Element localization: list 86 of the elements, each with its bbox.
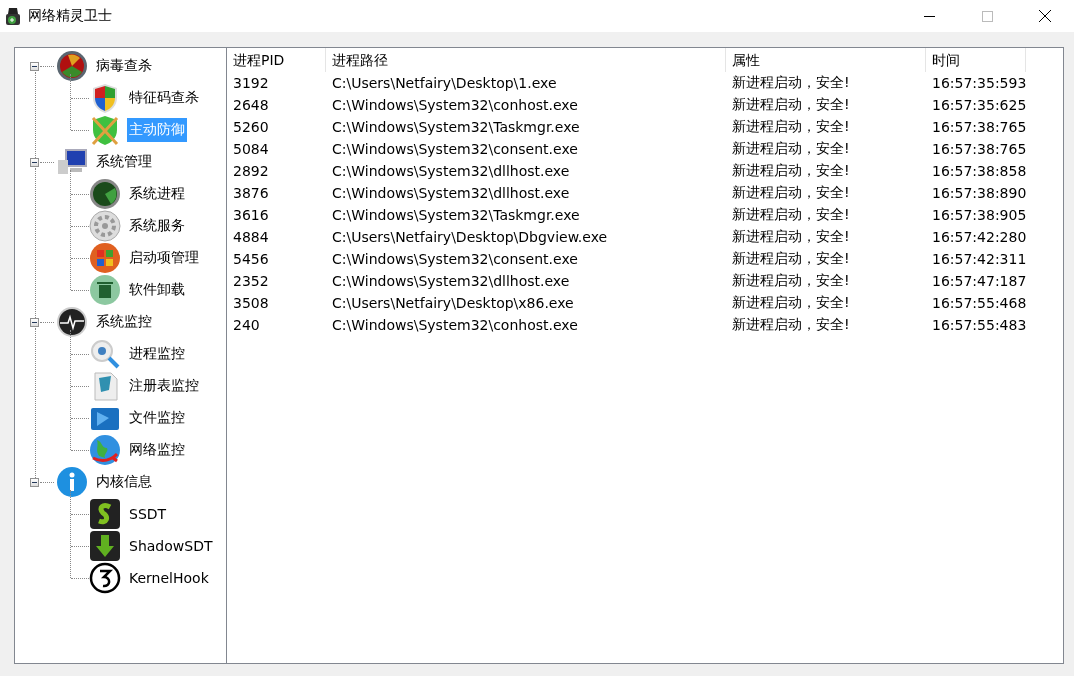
column-header[interactable]: 时间 xyxy=(926,48,1026,72)
maximize-icon xyxy=(981,10,993,22)
table-cell-text: 16:57:38:905 xyxy=(931,207,1026,223)
table-cell-text: 新进程启动，安全! xyxy=(731,206,851,224)
table-cell-text: 3508 xyxy=(232,295,270,311)
table-cell-text: 新进程启动，安全! xyxy=(731,184,851,202)
tree-item[interactable]: 内核信息 xyxy=(94,470,154,494)
tree-item[interactable]: SSDT xyxy=(127,503,169,525)
collapse-toggle[interactable] xyxy=(30,317,39,327)
table-cell-text: C:\Windows\System32\dllhost.exe xyxy=(331,163,571,179)
table-cell-text: 5260 xyxy=(232,119,270,135)
collapse-toggle[interactable] xyxy=(30,477,39,487)
table-cell-text: 新进程启动，安全! xyxy=(731,74,851,92)
window-title: 网络精灵卫士 xyxy=(28,7,113,25)
table-cell-text: C:\Windows\System32\dllhost.exe xyxy=(331,185,571,201)
table-cell-text: C:\Windows\System32\conhost.exe xyxy=(331,317,579,333)
table-cell-text: C:\Users\Netfairy\Desktop\1.exe xyxy=(331,75,558,91)
column-header[interactable]: 进程PID xyxy=(227,48,326,72)
table-cell-text: C:\Windows\System32\dllhost.exe xyxy=(331,273,571,289)
table-cell-text: C:\Users\Netfairy\Desktop\Dbgview.exe xyxy=(331,229,609,245)
tree-item[interactable]: 系统管理 xyxy=(94,150,154,174)
table-cell-text: 16:57:47:187 xyxy=(931,273,1026,289)
table-cell-text: 2648 xyxy=(232,97,270,113)
tree-item[interactable]: 系统进程 xyxy=(127,182,187,206)
table-cell-text: 240 xyxy=(232,317,261,333)
table-cell-text: C:\Windows\System32\Taskmgr.exe xyxy=(331,119,581,135)
table-cell-text: C:\Windows\System32\Taskmgr.exe xyxy=(331,207,581,223)
globe-icon xyxy=(89,434,121,466)
trash-icon xyxy=(89,274,121,306)
info-icon xyxy=(56,466,88,498)
tree-item[interactable]: 软件卸载 xyxy=(127,278,187,302)
table-cell-text: 16:57:35:625 xyxy=(931,97,1026,113)
table-cell-text: 16:57:42:311 xyxy=(931,251,1026,267)
table-cell-text: 16:57:38:890 xyxy=(931,185,1026,201)
table-cell-text: 新进程启动，安全! xyxy=(731,118,851,136)
app-icon xyxy=(4,6,22,26)
table-cell-text: 16:57:42:280 xyxy=(931,229,1026,245)
table-cell-text: C:\Users\Netfairy\Desktop\x86.exe xyxy=(331,295,575,311)
tree-item[interactable]: 文件监控 xyxy=(127,406,187,430)
table-cell-text: 2892 xyxy=(232,163,270,179)
column-header[interactable]: 进程路径 xyxy=(326,48,726,72)
table-cell-text: 16:57:38:765 xyxy=(931,119,1026,135)
table-cell-text: 新进程启动，安全! xyxy=(731,316,851,334)
table-cell-text: 新进程启动，安全! xyxy=(731,294,851,312)
close-icon xyxy=(1039,10,1051,22)
table-cell-text: 16:57:55:468 xyxy=(931,295,1026,311)
table-cell-text: 新进程启动，安全! xyxy=(731,140,851,158)
table-cell-text: 新进程启动，安全! xyxy=(731,228,851,246)
gear-icon xyxy=(89,210,121,242)
magnifier-icon xyxy=(89,338,121,370)
table-cell-text: 2352 xyxy=(232,273,270,289)
table-cell-text: 16:57:38:858 xyxy=(931,163,1026,179)
table-cell-text: C:\Windows\System32\consent.exe xyxy=(331,141,579,157)
table-cell-text: 新进程启动，安全! xyxy=(731,162,851,180)
minimize-icon xyxy=(923,15,935,17)
tree-item[interactable]: 病毒查杀 xyxy=(94,54,154,78)
table-cell-text: 3192 xyxy=(232,75,270,91)
table-cell-text: 3876 xyxy=(232,185,270,201)
tree-item[interactable]: 启动项管理 xyxy=(127,246,201,270)
radar-icon xyxy=(56,50,88,82)
table-cell-text: 16:57:35:593 xyxy=(931,75,1026,91)
tree-item[interactable]: 进程监控 xyxy=(127,342,187,366)
column-header[interactable]: 属性 xyxy=(726,48,926,72)
table-cell-text: C:\Windows\System32\consent.exe xyxy=(331,251,579,267)
table-cell-text: 新进程启动，安全! xyxy=(731,272,851,290)
table-cell-text: 新进程启动，安全! xyxy=(731,250,851,268)
tree-item[interactable]: 系统监控 xyxy=(94,310,154,334)
tree-item[interactable]: ShadowSDT xyxy=(127,535,215,557)
tree-item[interactable]: 网络监控 xyxy=(127,438,187,462)
table-cell-text: 4884 xyxy=(232,229,270,245)
table-cell-text: 16:57:38:765 xyxy=(931,141,1026,157)
s-curve-icon xyxy=(89,498,121,530)
collapse-toggle[interactable] xyxy=(30,157,39,167)
collapse-toggle[interactable] xyxy=(30,61,39,71)
table-cell-text: 新进程启动，安全! xyxy=(731,96,851,114)
tree-item[interactable]: 注册表监控 xyxy=(127,374,201,398)
table-cell-text: 5084 xyxy=(232,141,270,157)
table-cell-text: 16:57:55:483 xyxy=(931,317,1026,333)
crossed-shield-icon xyxy=(89,114,121,146)
table-cell-text: 3616 xyxy=(232,207,270,223)
tree-item[interactable]: 特征码查杀 xyxy=(127,86,201,110)
pulse-icon xyxy=(56,306,88,338)
tree-item[interactable]: 系统服务 xyxy=(127,214,187,238)
table-cell-text: 5456 xyxy=(232,251,270,267)
tree-item[interactable]: KernelHook xyxy=(127,567,211,589)
table-cell-text: C:\Windows\System32\conhost.exe xyxy=(331,97,579,113)
